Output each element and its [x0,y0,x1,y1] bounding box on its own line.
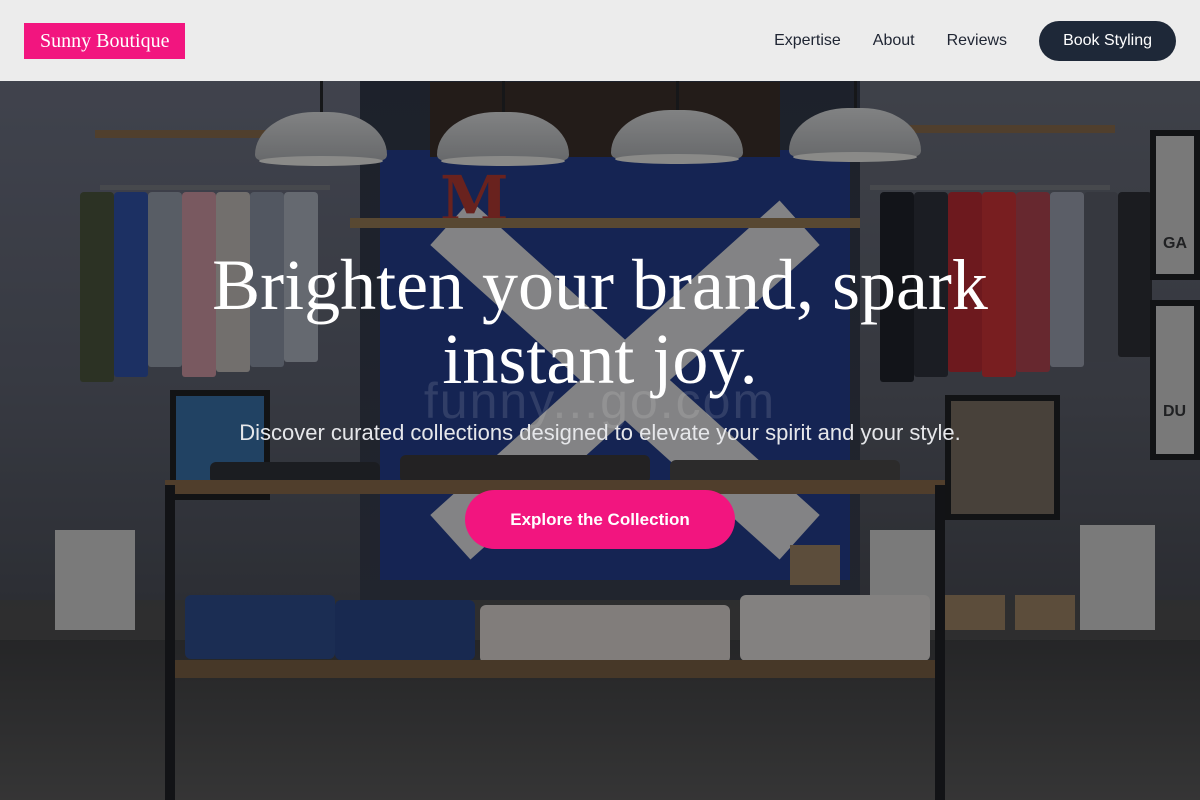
explore-collection-button[interactable]: Explore the Collection [465,490,735,549]
hero-headline: Brighten your brand, spark instant joy. [212,245,988,399]
book-styling-button[interactable]: Book Styling [1039,20,1176,61]
hero-subheadline: Discover curated collections designed to… [239,420,961,445]
nav-link-about[interactable]: About [873,32,915,50]
nav-links: Expertise About Reviews Book Styling [774,20,1176,61]
brand-logo[interactable]: Sunny Boutique [24,22,186,59]
top-navbar: Sunny Boutique Expertise About Reviews B… [0,0,1200,81]
nav-link-reviews[interactable]: Reviews [947,32,1007,50]
nav-link-expertise[interactable]: Expertise [774,32,841,50]
